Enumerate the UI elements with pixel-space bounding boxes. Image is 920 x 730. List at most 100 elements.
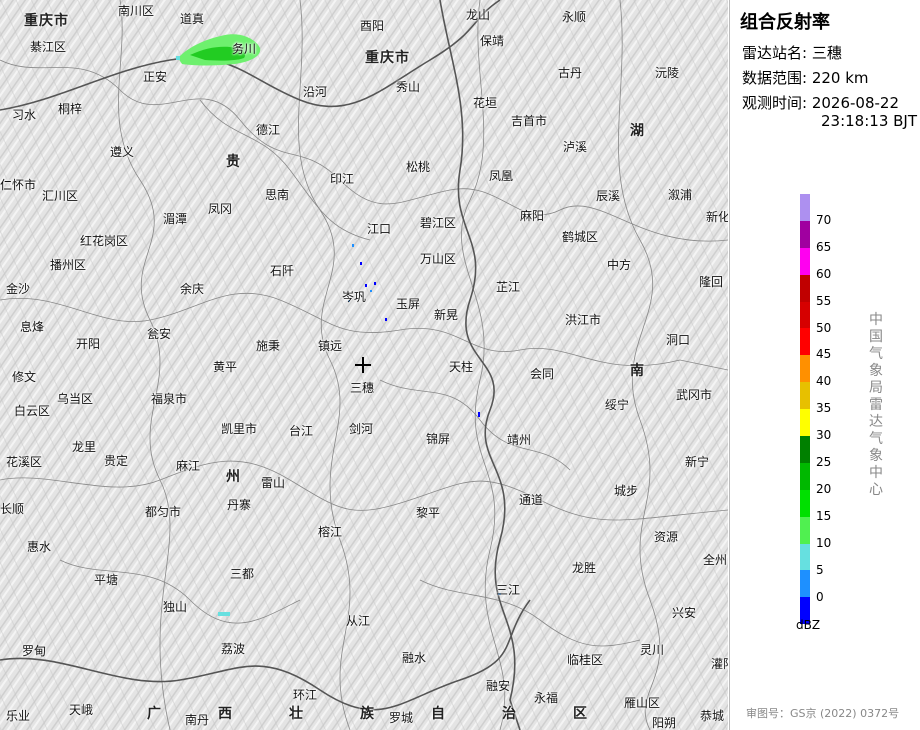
place-label: 通道 <box>519 493 544 507</box>
station-label: 雷达站名: <box>742 44 808 62</box>
legend-swatch <box>800 462 810 490</box>
place-label: 吉首市 <box>511 114 548 128</box>
place-label: 福泉市 <box>151 392 188 406</box>
legend-swatch <box>800 570 810 598</box>
province-label: 壮 <box>289 706 304 722</box>
approval-number: 审图号：GS京 (2022) 0372号 <box>746 707 900 720</box>
place-label: 新化 <box>706 210 728 224</box>
legend-tick-label: 10 <box>816 535 832 550</box>
legend-swatch <box>800 220 810 248</box>
place-label: 仁怀市 <box>0 178 37 192</box>
legend-tick-label: 5 <box>816 562 824 577</box>
province-label: 南 <box>630 363 645 379</box>
time-clock: 23:18:13 BJT <box>821 112 918 130</box>
province-label: 重庆市 <box>365 50 410 66</box>
place-label: 灵川 <box>640 643 665 657</box>
place-label: 灌阳 <box>711 657 728 671</box>
place-label: 开阳 <box>76 337 101 351</box>
range-value: 220 km <box>811 69 869 87</box>
province-label: 西 <box>218 706 233 722</box>
place-label: 道真 <box>180 12 205 26</box>
province-label: 广 <box>147 706 162 722</box>
legend-tick-label: 65 <box>816 239 832 254</box>
place-label: 荔波 <box>221 642 246 656</box>
province-label: 州 <box>226 469 241 485</box>
place-label: 中方 <box>607 258 632 272</box>
province-label: 湖 <box>630 123 645 139</box>
time-row: 观测时间: 2026-08-22 <box>742 92 899 113</box>
place-label: 务川 <box>232 42 257 56</box>
range-row: 数据范围: 220 km <box>742 67 869 88</box>
place-label: 凯里市 <box>221 422 258 436</box>
legend-swatch <box>800 355 810 383</box>
legend-tick-label: 30 <box>816 428 832 443</box>
place-label: 玉屏 <box>396 297 421 311</box>
place-label: 湄潭 <box>163 212 188 226</box>
place-label: 遵义 <box>110 145 135 159</box>
place-label: 松桃 <box>406 160 431 174</box>
place-label: 融水 <box>402 651 427 665</box>
place-label: 花溪区 <box>6 455 43 469</box>
place-label: 长顺 <box>0 502 25 516</box>
time-label: 观测时间: <box>742 94 808 112</box>
place-label: 施秉 <box>256 339 281 353</box>
place-label: 龙胜 <box>572 561 597 575</box>
place-label: 碧江区 <box>420 216 457 230</box>
product-title: 组合反射率 <box>740 12 830 33</box>
place-label: 南丹 <box>185 713 210 727</box>
place-label: 凤冈 <box>208 202 233 216</box>
place-label: 洞口 <box>666 333 691 347</box>
province-label: 贵 <box>226 154 241 170</box>
legend-tick-label: 60 <box>816 266 832 281</box>
place-label: 溆浦 <box>668 188 693 202</box>
place-label: 全州 <box>703 553 728 567</box>
place-label: 三穗 <box>350 381 375 395</box>
place-label: 芷江 <box>496 280 521 294</box>
place-label: 岑巩 <box>342 290 367 304</box>
place-label: 沅陵 <box>655 66 680 80</box>
place-label: 武冈市 <box>676 388 713 402</box>
place-label: 龙里 <box>72 440 97 454</box>
legend-tick-label: 45 <box>816 347 832 362</box>
place-label: 天柱 <box>449 360 474 374</box>
place-label: 隆回 <box>699 275 724 289</box>
legend-swatch <box>800 301 810 329</box>
place-label: 红花岗区 <box>80 234 129 248</box>
place-label: 沿河 <box>303 85 328 99</box>
place-label: 綦江区 <box>30 40 67 54</box>
place-label: 万山区 <box>420 252 457 266</box>
legend-swatch <box>800 194 810 221</box>
place-label: 环江 <box>293 688 318 702</box>
legend-tick-label: 25 <box>816 455 832 469</box>
place-label: 南川区 <box>118 4 155 18</box>
legend-tick-label: 35 <box>816 401 832 416</box>
place-label: 新晃 <box>434 308 459 322</box>
place-label: 凤凰 <box>489 169 514 183</box>
place-label: 城步 <box>614 484 639 498</box>
place-label: 习水 <box>12 108 37 122</box>
place-label: 余庆 <box>180 282 205 296</box>
province-label: 自 <box>431 706 446 722</box>
place-label: 永福 <box>534 691 559 705</box>
place-label: 贵定 <box>104 454 129 468</box>
legend-swatch <box>800 489 810 517</box>
station-row: 雷达站名: 三穗 <box>742 42 842 63</box>
place-label: 黄平 <box>213 360 238 374</box>
province-label: 重庆市 <box>24 13 69 29</box>
province-label: 族 <box>360 706 375 722</box>
place-label: 泸溪 <box>563 140 588 154</box>
agency-label: 中国气象局雷达气象中心 <box>869 312 883 498</box>
legend-tick-label: 20 <box>816 481 832 496</box>
place-label: 雷山 <box>261 476 286 490</box>
place-label: 金沙 <box>6 282 31 296</box>
place-label: 思南 <box>265 188 290 202</box>
place-label: 瓮安 <box>147 327 172 341</box>
place-label: 临桂区 <box>567 653 604 667</box>
radar-map[interactable]: 重庆市 重庆市 贵 湖 南 州 广 西 壮 族 自 治 区 南川区 道真 酉阳 … <box>0 0 728 730</box>
place-label: 台江 <box>289 424 314 438</box>
place-label: 乐业 <box>6 709 31 723</box>
place-label: 罗城 <box>389 711 414 725</box>
place-label: 会同 <box>530 367 555 381</box>
legend-swatch <box>800 436 810 463</box>
place-label: 恭城 <box>700 709 725 723</box>
